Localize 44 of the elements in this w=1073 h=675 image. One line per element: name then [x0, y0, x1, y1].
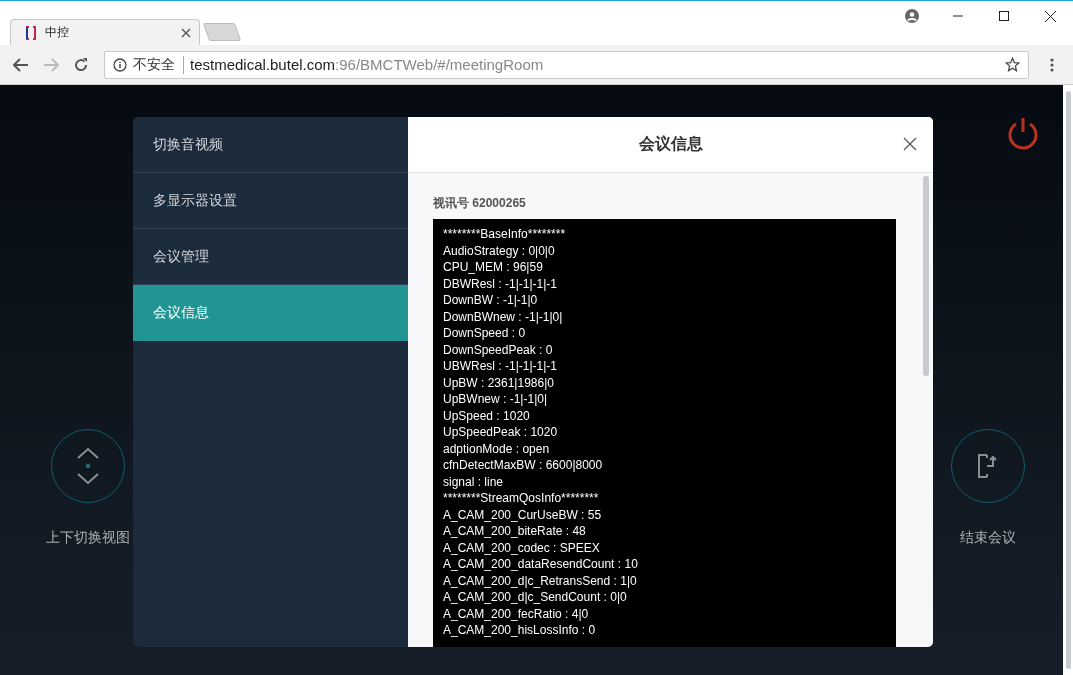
info-line: A_CAM_200_fecRatio : 4|0 — [443, 605, 590, 622]
info-line: A_CAM_200_d|c_SendCount : 0|0 — [443, 589, 628, 606]
info-line: A_CAM_200_CurUseBW : 55 — [443, 506, 603, 523]
info-line: ********BaseInfo******** — [443, 226, 567, 243]
info-line: UpSpeedPeak : 1020 — [443, 424, 559, 441]
page-logo-icon — [25, 25, 37, 40]
browser-tab[interactable]: 中控 — [10, 19, 200, 45]
tab-title: 中控 — [45, 24, 70, 41]
info-line: UpBWnew : -1|-1|0| — [443, 391, 549, 408]
end-meeting-label: 结束会议 — [960, 529, 1016, 547]
info-line: ********StreamQosInfo******** — [443, 490, 600, 507]
close-icon[interactable] — [181, 27, 191, 38]
info-line: A_CAM_200_biteRate : 48 — [443, 523, 587, 540]
close-button[interactable] — [901, 135, 919, 153]
info-line: DownSpeedPeak : 0 — [443, 341, 554, 358]
new-tab-button[interactable] — [202, 23, 242, 41]
page-scrollbar[interactable] — [1063, 85, 1073, 675]
info-line: A_CAM_200_codec : SPEEX — [443, 539, 601, 556]
info-line: CPU_MEM : 96|59 — [443, 259, 544, 276]
info-line: cfnDetectMaxBW : 6600|8000 — [443, 457, 604, 474]
info-line: DBWResl : -1|-1|-1|-1 — [443, 275, 559, 292]
info-line: A_CAM_200_dataResendCount : 10 — [443, 556, 639, 573]
switch-view-label: 上下切换视图 — [46, 529, 130, 547]
info-line: A_CAM_200_hisLossInfo : 0 — [443, 622, 597, 639]
info-line: signal : line — [443, 473, 505, 490]
info-line: DownBWnew : -1|-1|0| — [443, 308, 564, 325]
info-line: A_CAM_200_d|c_RetransSend : 1|0 — [443, 572, 638, 589]
url-text: testmedical.butel.com:96/BMCTWeb/#/meetingRoom — [190, 56, 545, 73]
info-line: UpSpeed : 1020 — [443, 407, 531, 424]
video-id-label: 视讯号 62000265 — [433, 195, 527, 212]
info-line: DownSpeed : 0 — [443, 325, 527, 342]
info-icon — [113, 57, 127, 72]
info-line: UBWResl : -1|-1|-1|-1 — [443, 358, 559, 375]
security-label: 不安全 — [133, 55, 184, 74]
power-icon[interactable] — [1007, 117, 1039, 151]
info-line: DownBW : -1|-1|0 — [443, 292, 539, 309]
up-down-arrows-icon — [75, 446, 101, 486]
menu-item[interactable]: 会议信息 — [133, 285, 408, 341]
dialog-title: 会议信息 — [638, 134, 703, 154]
star-icon[interactable] — [1005, 57, 1020, 72]
info-line: AudioStrategy : 0|0|0 — [443, 242, 556, 259]
info-line: UpBW : 2361|1986|0 — [443, 374, 555, 391]
info-line: adptionMode : open — [443, 440, 551, 457]
address-field[interactable]: 不安全 testmedical.butel.com:96/BMCTWeb/#/meetingRoom — [104, 50, 1029, 79]
